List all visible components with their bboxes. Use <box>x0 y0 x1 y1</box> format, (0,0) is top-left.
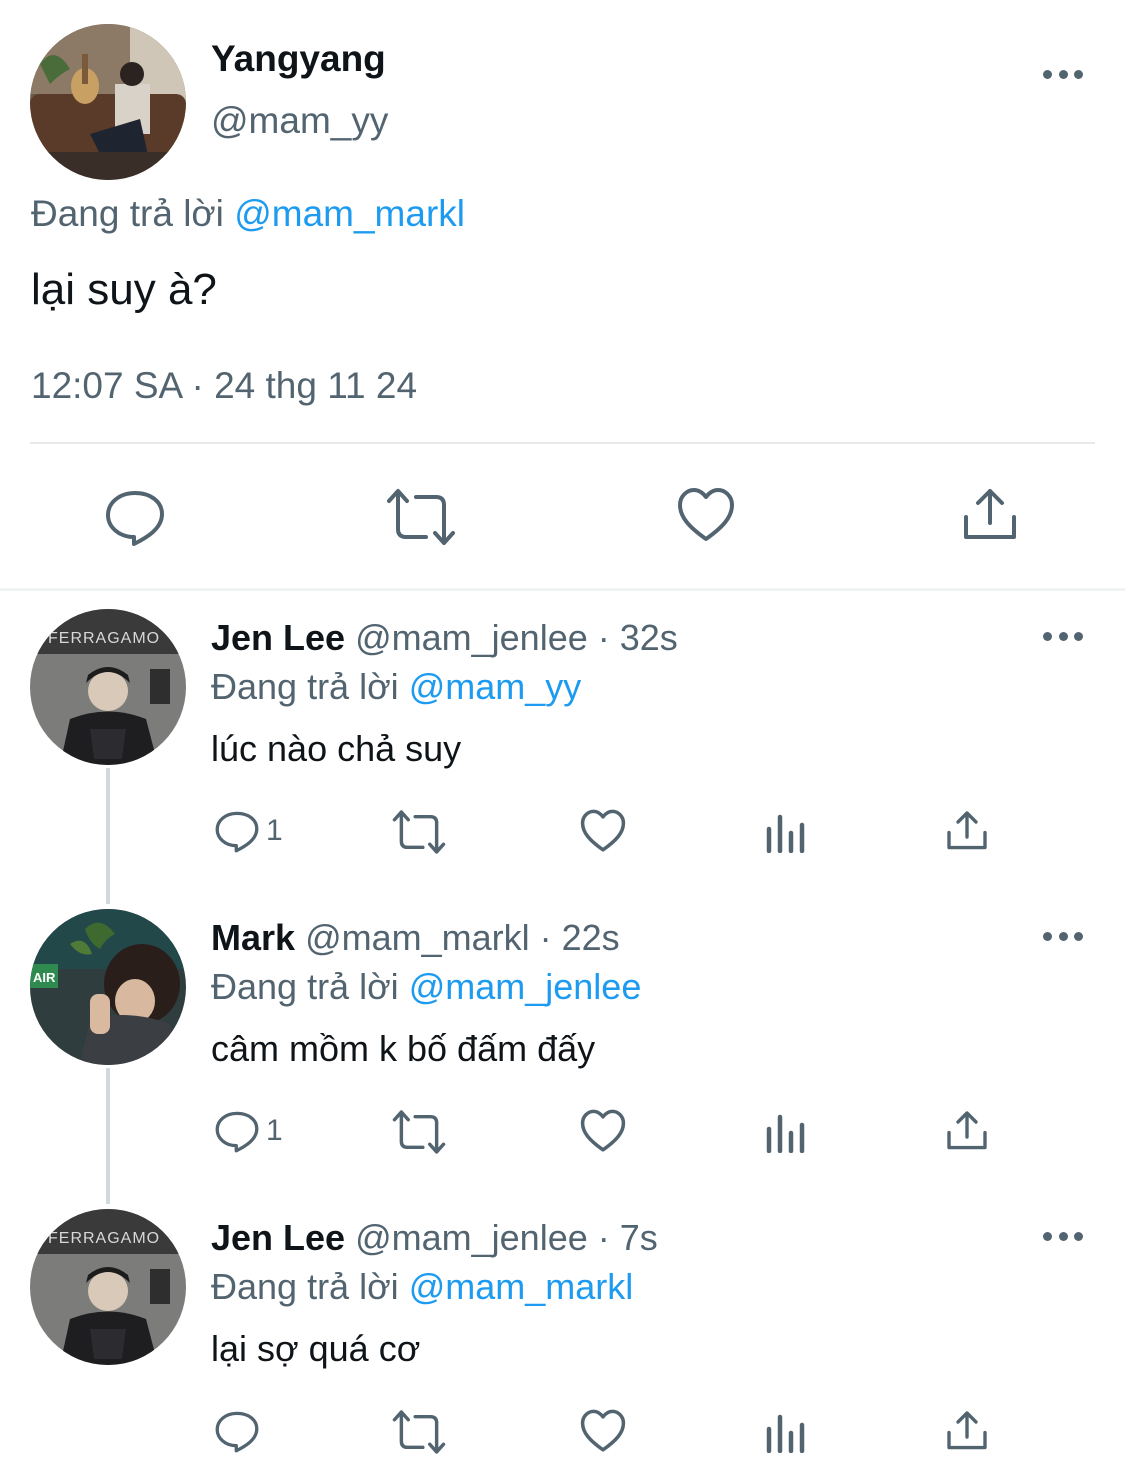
share-button[interactable] <box>946 809 988 853</box>
avatar[interactable]: FERRAGAMO <box>30 609 186 765</box>
reply-button[interactable] <box>104 487 166 547</box>
heart-icon <box>580 1109 626 1152</box>
tweet-timestamp[interactable]: 12:07 SA · 24 thg 11 24 <box>31 365 417 407</box>
tweet-text: câm mồm k bố đấm đấy <box>211 1028 596 1069</box>
reply-count: 1 <box>266 814 283 847</box>
reply-count: 1 <box>266 1114 283 1147</box>
retweet-button[interactable] <box>386 487 456 547</box>
more-options-icon[interactable] <box>1043 629 1083 643</box>
more-options-icon[interactable] <box>1043 67 1083 81</box>
main-tweet: Yangyang @mam_yy Đang trả lời @mam_markl… <box>0 0 1125 588</box>
share-button[interactable] <box>946 1109 988 1153</box>
replying-mention-link[interactable]: @mam_markl <box>234 193 465 234</box>
avatar[interactable]: AIR <box>30 909 186 1065</box>
retweet-icon <box>387 489 455 545</box>
replying-mention-link[interactable]: @mam_markl <box>409 1266 634 1307</box>
share-button[interactable] <box>962 487 1018 543</box>
reply-tweet[interactable]: FERRAGAMO Jen Lee @mam_jenlee · 32s Đang… <box>0 591 1125 891</box>
reply-header: Jen Lee @mam_jenlee · 7s <box>211 1217 658 1259</box>
author-name[interactable]: Jen Lee <box>211 1217 345 1258</box>
author-name[interactable]: Jen Lee <box>211 617 345 658</box>
retweet-icon <box>392 1410 446 1454</box>
author-meta[interactable]: @mam_jenlee · 32s <box>355 617 678 658</box>
replying-prefix: Đang trả lời <box>211 966 399 1007</box>
tweet-text: lại suy à? <box>31 265 217 314</box>
replying-to: Đang trả lời @mam_markl <box>31 193 465 235</box>
avatar[interactable]: FERRAGAMO <box>30 1209 186 1365</box>
like-button[interactable] <box>580 809 626 853</box>
tweet-text: lúc nào chả suy <box>211 728 462 769</box>
views-button[interactable] <box>764 1109 808 1153</box>
heart-icon <box>580 1409 626 1452</box>
like-button[interactable] <box>580 1409 626 1453</box>
reply-button[interactable]: 1 <box>214 809 283 853</box>
author-name[interactable]: Mark <box>211 917 295 958</box>
reply-header: Jen Lee @mam_jenlee · 32s <box>211 617 678 659</box>
author-meta[interactable]: @mam_markl · 22s <box>305 917 620 958</box>
views-button[interactable] <box>764 1409 808 1453</box>
analytics-icon <box>766 1114 805 1153</box>
replying-prefix: Đang trả lời <box>211 666 399 707</box>
reply-button[interactable] <box>214 1409 266 1453</box>
svg-text:FERRAGAMO: FERRAGAMO <box>48 630 160 647</box>
heart-icon <box>580 809 626 852</box>
share-icon <box>947 1411 987 1450</box>
author-name[interactable]: Yangyang <box>211 38 386 80</box>
reply-tweet[interactable]: FERRAGAMO Jen Lee @mam_jenlee · 7s Đang … <box>0 1191 1125 1482</box>
author-meta[interactable]: @mam_jenlee · 7s <box>355 1217 658 1258</box>
avatar[interactable] <box>30 24 186 180</box>
reply-tweet[interactable]: AIR Mark @mam_markl · 22s Đang trả lời @… <box>0 891 1125 1191</box>
views-button[interactable] <box>764 809 808 853</box>
more-options-icon[interactable] <box>1043 1229 1083 1243</box>
reply-icon <box>106 491 164 546</box>
like-button[interactable] <box>677 487 735 543</box>
reply-icon <box>215 1411 259 1453</box>
replying-prefix: Đang trả lời <box>31 193 224 234</box>
retweet-button[interactable] <box>392 809 446 855</box>
replying-mention-link[interactable]: @mam_yy <box>409 666 582 707</box>
svg-text:AIR: AIR <box>33 970 56 985</box>
retweet-icon <box>392 810 446 854</box>
retweet-button[interactable] <box>392 1109 446 1155</box>
replying-to: Đang trả lời @mam_yy <box>211 666 581 708</box>
share-button[interactable] <box>946 1409 988 1453</box>
replying-prefix: Đang trả lời <box>211 1266 399 1307</box>
divider <box>30 442 1095 444</box>
more-options-icon[interactable] <box>1043 929 1083 943</box>
replying-mention-link[interactable]: @mam_jenlee <box>409 966 642 1007</box>
retweet-icon <box>392 1110 446 1154</box>
replying-to: Đang trả lời @mam_jenlee <box>211 966 641 1008</box>
author-handle[interactable]: @mam_yy <box>211 100 388 142</box>
svg-text:FERRAGAMO: FERRAGAMO <box>48 1230 160 1247</box>
reply-header: Mark @mam_markl · 22s <box>211 917 620 959</box>
share-icon <box>964 489 1016 539</box>
replying-to: Đang trả lời @mam_markl <box>211 1266 633 1308</box>
analytics-icon <box>766 1414 805 1453</box>
analytics-icon <box>766 814 805 853</box>
tweet-text: lại sợ quá cơ <box>211 1328 421 1369</box>
heart-icon <box>678 488 734 541</box>
share-icon <box>947 1111 987 1150</box>
reply-icon <box>215 811 259 853</box>
reply-button[interactable]: 1 <box>214 1109 283 1153</box>
like-button[interactable] <box>580 1109 626 1153</box>
share-icon <box>947 811 987 850</box>
reply-icon <box>215 1111 259 1153</box>
retweet-button[interactable] <box>392 1409 446 1455</box>
